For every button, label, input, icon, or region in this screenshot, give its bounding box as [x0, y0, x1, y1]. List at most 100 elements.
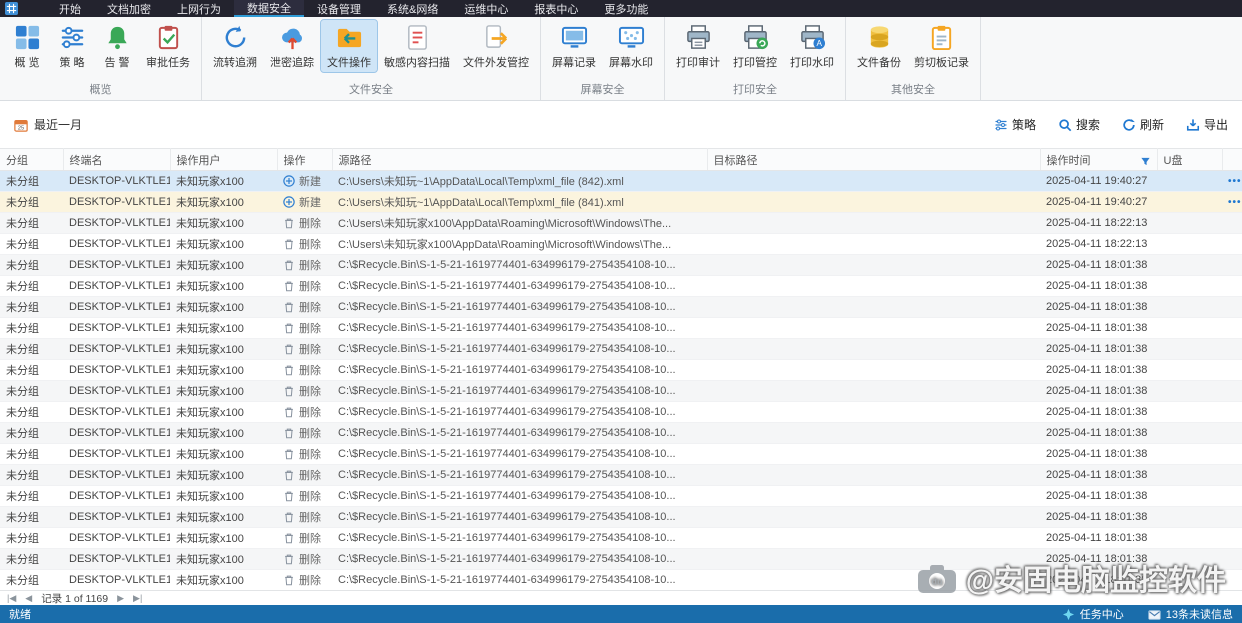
table-row[interactable]: 未分组 DESKTOP-VLKTLE1 未知玩家x100 删除 C:\$Recycle.… — [0, 527, 1242, 549]
statusbar-right: 任务中心 13条未读信息 — [1062, 606, 1233, 622]
app-menu-icon[interactable] — [0, 0, 22, 17]
cell-operating-user: 未知玩家x100 — [170, 422, 277, 444]
table-row[interactable]: 未分组 DESKTOP-VLKTLE1 未知玩家x100 删除 C:\$Recycle.… — [0, 380, 1242, 402]
operation-label: 删除 — [299, 365, 321, 377]
ribbon-button-打印水印[interactable]: A 打印水印 — [784, 20, 840, 72]
table-row[interactable]: 未分组 DESKTOP-VLKTLE1 未知玩家x100 删除 C:\$Recycle.… — [0, 338, 1242, 360]
operation-label: 删除 — [299, 533, 321, 545]
cell-source-path: C:\$Recycle.Bin\S-1-5-21-1619774401-6349… — [332, 464, 707, 486]
toolbar-action-导出[interactable]: 导出 — [1186, 116, 1228, 133]
ribbon-button-概览[interactable]: 概 览 — [5, 20, 49, 72]
table-row[interactable]: 未分组 DESKTOP-VLKTLE1 未知玩家x100 删除 C:\$Recycle.… — [0, 401, 1242, 423]
leak-track-icon — [279, 24, 306, 51]
ribbon-button-label: 打印审计 — [676, 57, 720, 69]
ribbon-button-策略[interactable]: 策 略 — [50, 20, 94, 72]
toolbar-action-策略[interactable]: 策略 — [994, 116, 1036, 133]
cell-operating-user: 未知玩家x100 — [170, 485, 277, 507]
table-row[interactable]: 未分组 DESKTOP-VLKTLE1 未知玩家x100 删除 C:\$Recycle.… — [0, 254, 1242, 276]
cell-terminal-name: DESKTOP-VLKTLE1 — [63, 464, 170, 486]
prev-page-button[interactable]: ◀ — [25, 593, 32, 604]
row-more-actions-button[interactable]: ••• — [1228, 197, 1242, 208]
ribbon-button-打印管控[interactable]: 打印管控 — [727, 20, 783, 72]
table-row[interactable]: 未分组 DESKTOP-VLKTLE1 未知玩家x100 删除 C:\$Recycle.… — [0, 296, 1242, 318]
cell-row-actions — [1222, 254, 1242, 276]
table-row[interactable]: 未分组 DESKTOP-VLKTLE1 未知玩家x100 删除 C:\$Recycle.… — [0, 464, 1242, 486]
first-page-button[interactable]: |◀ — [7, 593, 16, 604]
row-more-actions-button[interactable]: ••• — [1228, 176, 1242, 187]
ribbon-group-label: 文件安全 — [349, 84, 393, 96]
date-range-filter[interactable]: 25 最近一月 — [14, 116, 82, 133]
tab-上网行为[interactable]: 上网行为 — [164, 0, 234, 17]
table-row[interactable]: 未分组 DESKTOP-VLKTLE1 未知玩家x100 删除 C:\Users\未知玩… — [0, 233, 1242, 255]
cell-target-path — [707, 527, 1040, 549]
ribbon-button-文件备份[interactable]: 文件备份 — [851, 20, 907, 72]
cell-usb — [1157, 485, 1222, 507]
column-header-操作用户[interactable]: 操作用户 — [170, 148, 278, 171]
cell-operation-time: 2025-04-11 18:01:38 — [1040, 485, 1157, 507]
cell-source-path: C:\Users\未知玩家x100\AppData\Roaming\Micros… — [332, 212, 707, 234]
table-row[interactable]: 未分组 DESKTOP-VLKTLE1 未知玩家x100 删除 C:\$Recycle.… — [0, 359, 1242, 381]
ribbon-button-文件外发管控[interactable]: 文件外发管控 — [457, 20, 535, 72]
cell-terminal-name: DESKTOP-VLKTLE1 — [63, 380, 170, 402]
column-header-分组[interactable]: 分组 — [0, 148, 64, 171]
column-header-操作[interactable]: 操作 — [277, 148, 333, 171]
cell-usb — [1157, 401, 1222, 423]
cell-operation: 删除 — [277, 338, 332, 360]
column-header-源路径[interactable]: 源路径 — [332, 148, 708, 171]
cell-group: 未分组 — [0, 506, 63, 528]
tab-运维中心[interactable]: 运维中心 — [451, 0, 521, 17]
ribbon-button-剪切板记录[interactable]: 剪切板记录 — [908, 20, 975, 72]
cell-target-path — [707, 275, 1040, 297]
ribbon-button-审批任务[interactable]: 审批任务 — [140, 20, 196, 72]
cell-terminal-name: DESKTOP-VLKTLE1 — [63, 569, 170, 590]
ribbon-button-流转追溯[interactable]: 流转追溯 — [207, 20, 263, 72]
cell-usb — [1157, 443, 1222, 465]
ribbon-button-label: 文件备份 — [857, 57, 901, 69]
table-row[interactable]: 未分组 DESKTOP-VLKTLE1 未知玩家x100 删除 C:\$Recycle.… — [0, 443, 1242, 465]
toolbar-action-刷新[interactable]: 刷新 — [1122, 116, 1164, 133]
tab-数据安全[interactable]: 数据安全 — [234, 0, 304, 17]
tab-设备管理[interactable]: 设备管理 — [304, 0, 374, 17]
table-row[interactable]: 未分组 DESKTOP-VLKTLE1 未知玩家x100 新建 C:\Users\未知玩… — [0, 191, 1242, 213]
table-row[interactable]: 未分组 DESKTOP-VLKTLE1 未知玩家x100 删除 C:\$Recycle.… — [0, 569, 1242, 590]
tab-文档加密[interactable]: 文档加密 — [94, 0, 164, 17]
ribbon-button-打印审计[interactable]: 打印审计 — [670, 20, 726, 72]
toolbar-action-搜索[interactable]: 搜索 — [1058, 116, 1100, 133]
cell-operation: 删除 — [277, 212, 332, 234]
ribbon-button-泄密追踪[interactable]: 泄密追踪 — [264, 20, 320, 72]
table-row[interactable]: 未分组 DESKTOP-VLKTLE1 未知玩家x100 删除 C:\Users\未知玩… — [0, 212, 1242, 234]
cell-operation: 删除 — [277, 443, 332, 465]
ribbon-button-屏幕记录[interactable]: 屏幕记录 — [546, 20, 602, 72]
statusbar-item-13条未读信息[interactable]: 13条未读信息 — [1148, 606, 1233, 622]
operation-label: 删除 — [299, 428, 321, 440]
next-page-button[interactable]: ▶ — [117, 593, 124, 604]
table-row[interactable]: 未分组 DESKTOP-VLKTLE1 未知玩家x100 删除 C:\$Recycle.… — [0, 422, 1242, 444]
ribbon-button-屏幕水印[interactable]: 屏幕水印 — [603, 20, 659, 72]
column-header-目标路径[interactable]: 目标路径 — [707, 148, 1041, 171]
statusbar-item-任务中心[interactable]: 任务中心 — [1062, 606, 1124, 622]
ribbon-button-告警[interactable]: 告 警 — [95, 20, 139, 72]
filter-icon[interactable] — [1140, 156, 1151, 167]
column-header-操作时间[interactable]: 操作时间 — [1040, 148, 1158, 171]
table-row[interactable]: 未分组 DESKTOP-VLKTLE1 未知玩家x100 删除 C:\$Recycle.… — [0, 317, 1242, 339]
cell-operation: 删除 — [277, 422, 332, 444]
tab-系统&网络[interactable]: 系统&网络 — [374, 0, 451, 17]
ribbon-button-敏感内容扫描[interactable]: 敏感内容扫描 — [378, 20, 456, 72]
ribbon-button-文件操作[interactable]: 文件操作 — [320, 19, 378, 73]
tab-开始[interactable]: 开始 — [46, 0, 94, 17]
cell-operation-time: 2025-04-11 18:01:38 — [1040, 359, 1157, 381]
tab-更多功能[interactable]: 更多功能 — [591, 0, 661, 17]
tab-报表中心[interactable]: 报表中心 — [521, 0, 591, 17]
table-row[interactable]: 未分组 DESKTOP-VLKTLE1 未知玩家x100 删除 C:\$Recycle.… — [0, 275, 1242, 297]
column-header-终端名[interactable]: 终端名 — [63, 148, 171, 171]
ribbon-button-label: 敏感内容扫描 — [384, 57, 450, 69]
table-row[interactable]: 未分组 DESKTOP-VLKTLE1 未知玩家x100 新建 C:\Users\未知玩… — [0, 170, 1242, 192]
table-row[interactable]: 未分组 DESKTOP-VLKTLE1 未知玩家x100 删除 C:\$Recycle.… — [0, 548, 1242, 570]
cell-group: 未分组 — [0, 485, 63, 507]
column-header-U盘[interactable]: U盘 — [1157, 148, 1223, 171]
table-row[interactable]: 未分组 DESKTOP-VLKTLE1 未知玩家x100 删除 C:\$Recycle.… — [0, 506, 1242, 528]
cell-usb — [1157, 233, 1222, 255]
last-page-button[interactable]: ▶| — [133, 593, 142, 604]
table-row[interactable]: 未分组 DESKTOP-VLKTLE1 未知玩家x100 删除 C:\$Recycle.… — [0, 485, 1242, 507]
policy-sliders-icon — [994, 118, 1008, 132]
